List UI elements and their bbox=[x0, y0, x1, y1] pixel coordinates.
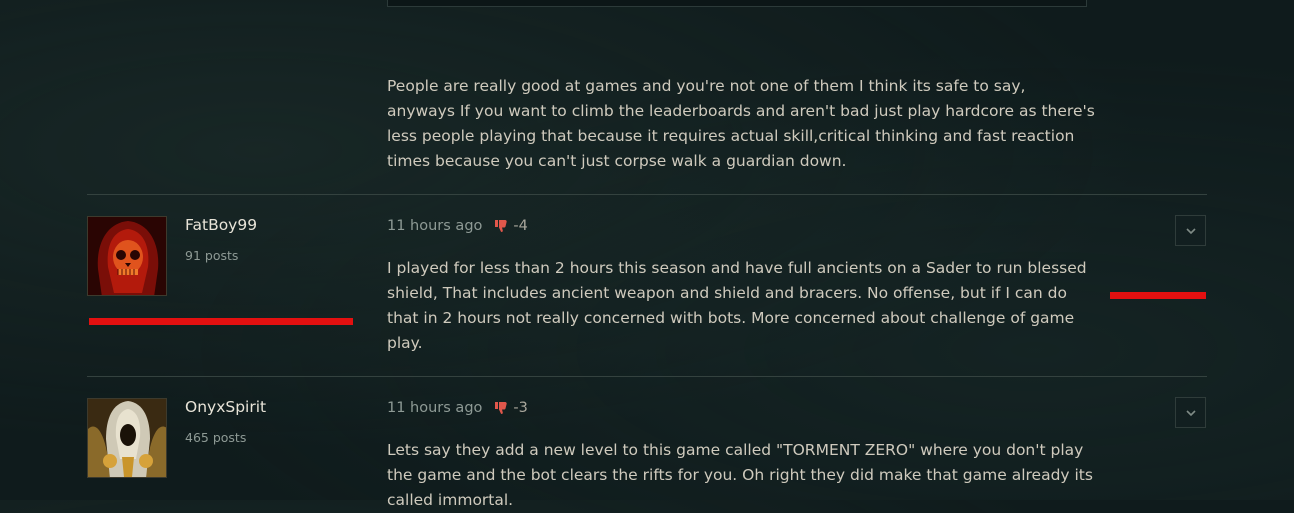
chevron-down-icon bbox=[1185, 227, 1196, 234]
post-timestamp[interactable]: 11 hours ago bbox=[387, 400, 482, 416]
post-count: 91 posts bbox=[185, 248, 239, 263]
avatar[interactable] bbox=[87, 216, 167, 296]
post-body: Lets say they add a new level to this ga… bbox=[387, 441, 1093, 509]
post-divider bbox=[87, 194, 1207, 195]
quoted-post-box bbox=[387, 0, 1087, 7]
red-annotation-line bbox=[89, 318, 353, 325]
post-body: I played for less than 2 hours this seas… bbox=[387, 259, 1087, 352]
vote-score: -4 bbox=[513, 218, 528, 234]
post-count: 465 posts bbox=[185, 430, 247, 445]
avatar[interactable] bbox=[87, 398, 167, 478]
thumbs-down-icon bbox=[495, 402, 508, 415]
post-timestamp[interactable]: 11 hours ago bbox=[387, 218, 482, 234]
username-link[interactable]: FatBoy99 bbox=[185, 216, 257, 234]
post-meta: 11 hours ago -3 bbox=[387, 400, 528, 416]
username-link[interactable]: OnyxSpirit bbox=[185, 398, 266, 416]
vote-score: -3 bbox=[513, 400, 528, 416]
post-options-button[interactable] bbox=[1175, 215, 1206, 246]
previous-post-body: People are really good at games and you'… bbox=[387, 77, 1095, 170]
armored-figure-avatar-icon bbox=[88, 399, 166, 477]
post-options-button[interactable] bbox=[1175, 397, 1206, 428]
post-meta: 11 hours ago -4 bbox=[387, 218, 528, 234]
chevron-down-icon bbox=[1185, 409, 1196, 416]
red-annotation-line bbox=[1110, 292, 1206, 299]
post-divider bbox=[87, 376, 1207, 377]
thumbs-down-icon bbox=[495, 220, 508, 233]
skull-avatar-icon bbox=[88, 217, 166, 295]
